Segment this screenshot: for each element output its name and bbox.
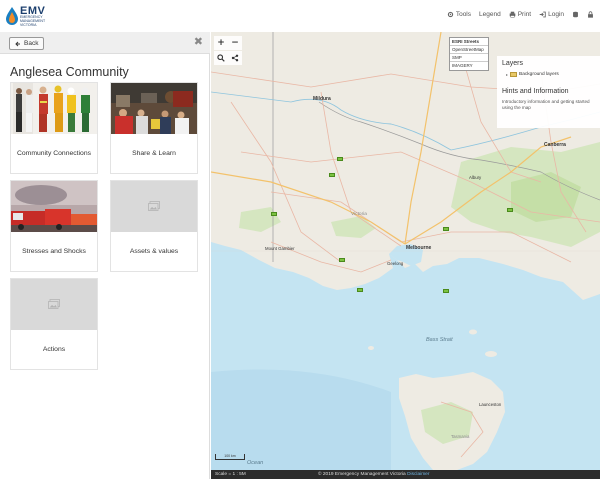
- place-label-mount-gambier: Mount Gambier: [265, 246, 295, 251]
- card-label: Stresses and Shocks: [22, 248, 86, 255]
- card-share-learn[interactable]: Share & Learn: [110, 82, 198, 174]
- card-assets-values[interactable]: Assets & values: [110, 180, 198, 272]
- image-placeholder-icon: [48, 299, 60, 309]
- place-label-canberra: Canberra: [544, 142, 566, 148]
- route-shield: [357, 288, 363, 292]
- group-photo: [111, 83, 197, 134]
- route-shield: [329, 173, 335, 177]
- layer-item-label: Background layers: [519, 72, 559, 77]
- route-shield: [339, 258, 345, 262]
- card-image-placeholder: [111, 181, 197, 232]
- copyright-text: © 2019 Emergency Management Victoria Dis…: [318, 472, 429, 477]
- image-placeholder-icon: [148, 201, 160, 211]
- map-view[interactable]: + − ESRI Streets OpenStreetMap SMP IMAGE…: [211, 32, 600, 470]
- folder-icon: [510, 72, 518, 77]
- basemap-switcher: ESRI Streets OpenStreetMap SMP IMAGERY: [449, 37, 489, 71]
- place-label-albury: Albury: [469, 175, 482, 180]
- legend-button[interactable]: Legend: [479, 11, 501, 18]
- back-button[interactable]: Back: [9, 37, 45, 50]
- app-header: EMV EMERGENCY MANAGEMENT VICTORIA Tools …: [0, 0, 600, 32]
- lock-button[interactable]: [587, 11, 594, 18]
- route-shield: [271, 212, 277, 216]
- basemap-option-imagery[interactable]: IMAGERY: [450, 62, 488, 70]
- tools-label: Tools: [455, 11, 472, 18]
- gear-icon: [447, 11, 453, 18]
- arrow-left-icon: [15, 41, 20, 46]
- expand-icon: ▸: [506, 72, 509, 77]
- card-photo: [11, 83, 97, 134]
- legend-label: Legend: [479, 11, 501, 18]
- copyright-label: © 2019 Emergency Management Victoria: [318, 472, 406, 477]
- search-icon: [217, 54, 225, 62]
- hints-text[interactable]: Introductory information and getting sta…: [502, 99, 595, 111]
- hints-title[interactable]: Hints and Information: [502, 88, 595, 95]
- card-actions[interactable]: Actions: [10, 278, 98, 370]
- card-image-placeholder: [11, 279, 97, 330]
- route-shield: [507, 208, 513, 212]
- zoom-in-button[interactable]: +: [214, 36, 228, 50]
- disclaimer-link[interactable]: Disclaimer: [407, 472, 429, 477]
- basemap-option-smp[interactable]: SMP: [450, 54, 488, 62]
- login-button[interactable]: Login: [539, 11, 564, 18]
- card-label: Share & Learn: [132, 150, 176, 157]
- printer-icon: [509, 11, 516, 18]
- login-icon: [539, 11, 546, 18]
- card-label: Assets & values: [129, 248, 179, 255]
- ocean-label-bass-strait: Bass Strait: [426, 337, 453, 343]
- data-button[interactable]: [572, 11, 579, 18]
- close-panel-icon[interactable]: ✖: [194, 35, 203, 48]
- print-button[interactable]: Print: [509, 11, 531, 18]
- lock-icon: [588, 11, 593, 18]
- print-label: Print: [517, 11, 532, 18]
- panel-toolbar: Back ✖: [0, 32, 210, 54]
- route-shield: [337, 157, 343, 161]
- scale-readout: Scale = 1 : 5M: [215, 472, 246, 477]
- map-search-button[interactable]: [214, 51, 228, 65]
- route-shield: [443, 227, 449, 231]
- place-label-tasmania: Tasmania: [451, 434, 470, 439]
- community-panel: Back ✖ Anglesea Community Community Conn…: [0, 32, 210, 479]
- ocean-label-ocean: Ocean: [247, 460, 264, 466]
- map-controls: + −: [214, 36, 244, 65]
- map-footer: Scale = 1 : 5M © 2019 Emergency Manageme…: [211, 470, 600, 479]
- logo-subtext: EMERGENCY MANAGEMENT VICTORIA: [20, 15, 46, 27]
- card-label: Community Connections: [16, 150, 92, 157]
- card-label: Actions: [42, 346, 66, 353]
- card-community-connections[interactable]: Community Connections: [10, 82, 98, 174]
- layers-title: Layers: [502, 60, 524, 67]
- back-label: Back: [24, 40, 39, 47]
- basemap-option-esri-streets[interactable]: ESRI Streets: [450, 38, 488, 46]
- zoom-out-button[interactable]: −: [228, 36, 242, 50]
- place-label-mildura: Mildura: [313, 96, 331, 102]
- map-scalebar: 100 km: [215, 454, 245, 460]
- emv-logo[interactable]: EMV EMERGENCY MANAGEMENT VICTORIA: [5, 4, 45, 28]
- login-label: Login: [548, 11, 564, 18]
- map-share-button[interactable]: [228, 51, 242, 65]
- place-label-melbourne: Melbourne: [406, 245, 432, 251]
- basemap-option-openstreetmap[interactable]: OpenStreetMap: [450, 46, 488, 54]
- tools-button[interactable]: Tools: [447, 11, 471, 18]
- share-icon: [231, 54, 239, 62]
- place-label-victoria: Victoria: [351, 212, 367, 217]
- card-stresses-shocks[interactable]: Stresses and Shocks: [10, 180, 98, 272]
- route-shield: [443, 289, 449, 293]
- people-photo: [11, 83, 97, 134]
- place-label-geelong: Geelong: [387, 261, 404, 266]
- place-label-launceston: Launceston: [479, 402, 502, 407]
- card-photo: [111, 83, 197, 134]
- header-toolbar: Tools Legend Print Login: [447, 11, 594, 18]
- logo-drop-icon: [6, 7, 18, 25]
- database-icon: [573, 11, 578, 18]
- page-title: Anglesea Community: [10, 65, 129, 79]
- layers-panel: Layers ▸ Background layers Hints and Inf…: [497, 56, 600, 128]
- card-photo: [11, 181, 97, 232]
- layer-item-background[interactable]: ▸ Background layers: [506, 72, 595, 77]
- fire-truck-photo: [11, 181, 97, 232]
